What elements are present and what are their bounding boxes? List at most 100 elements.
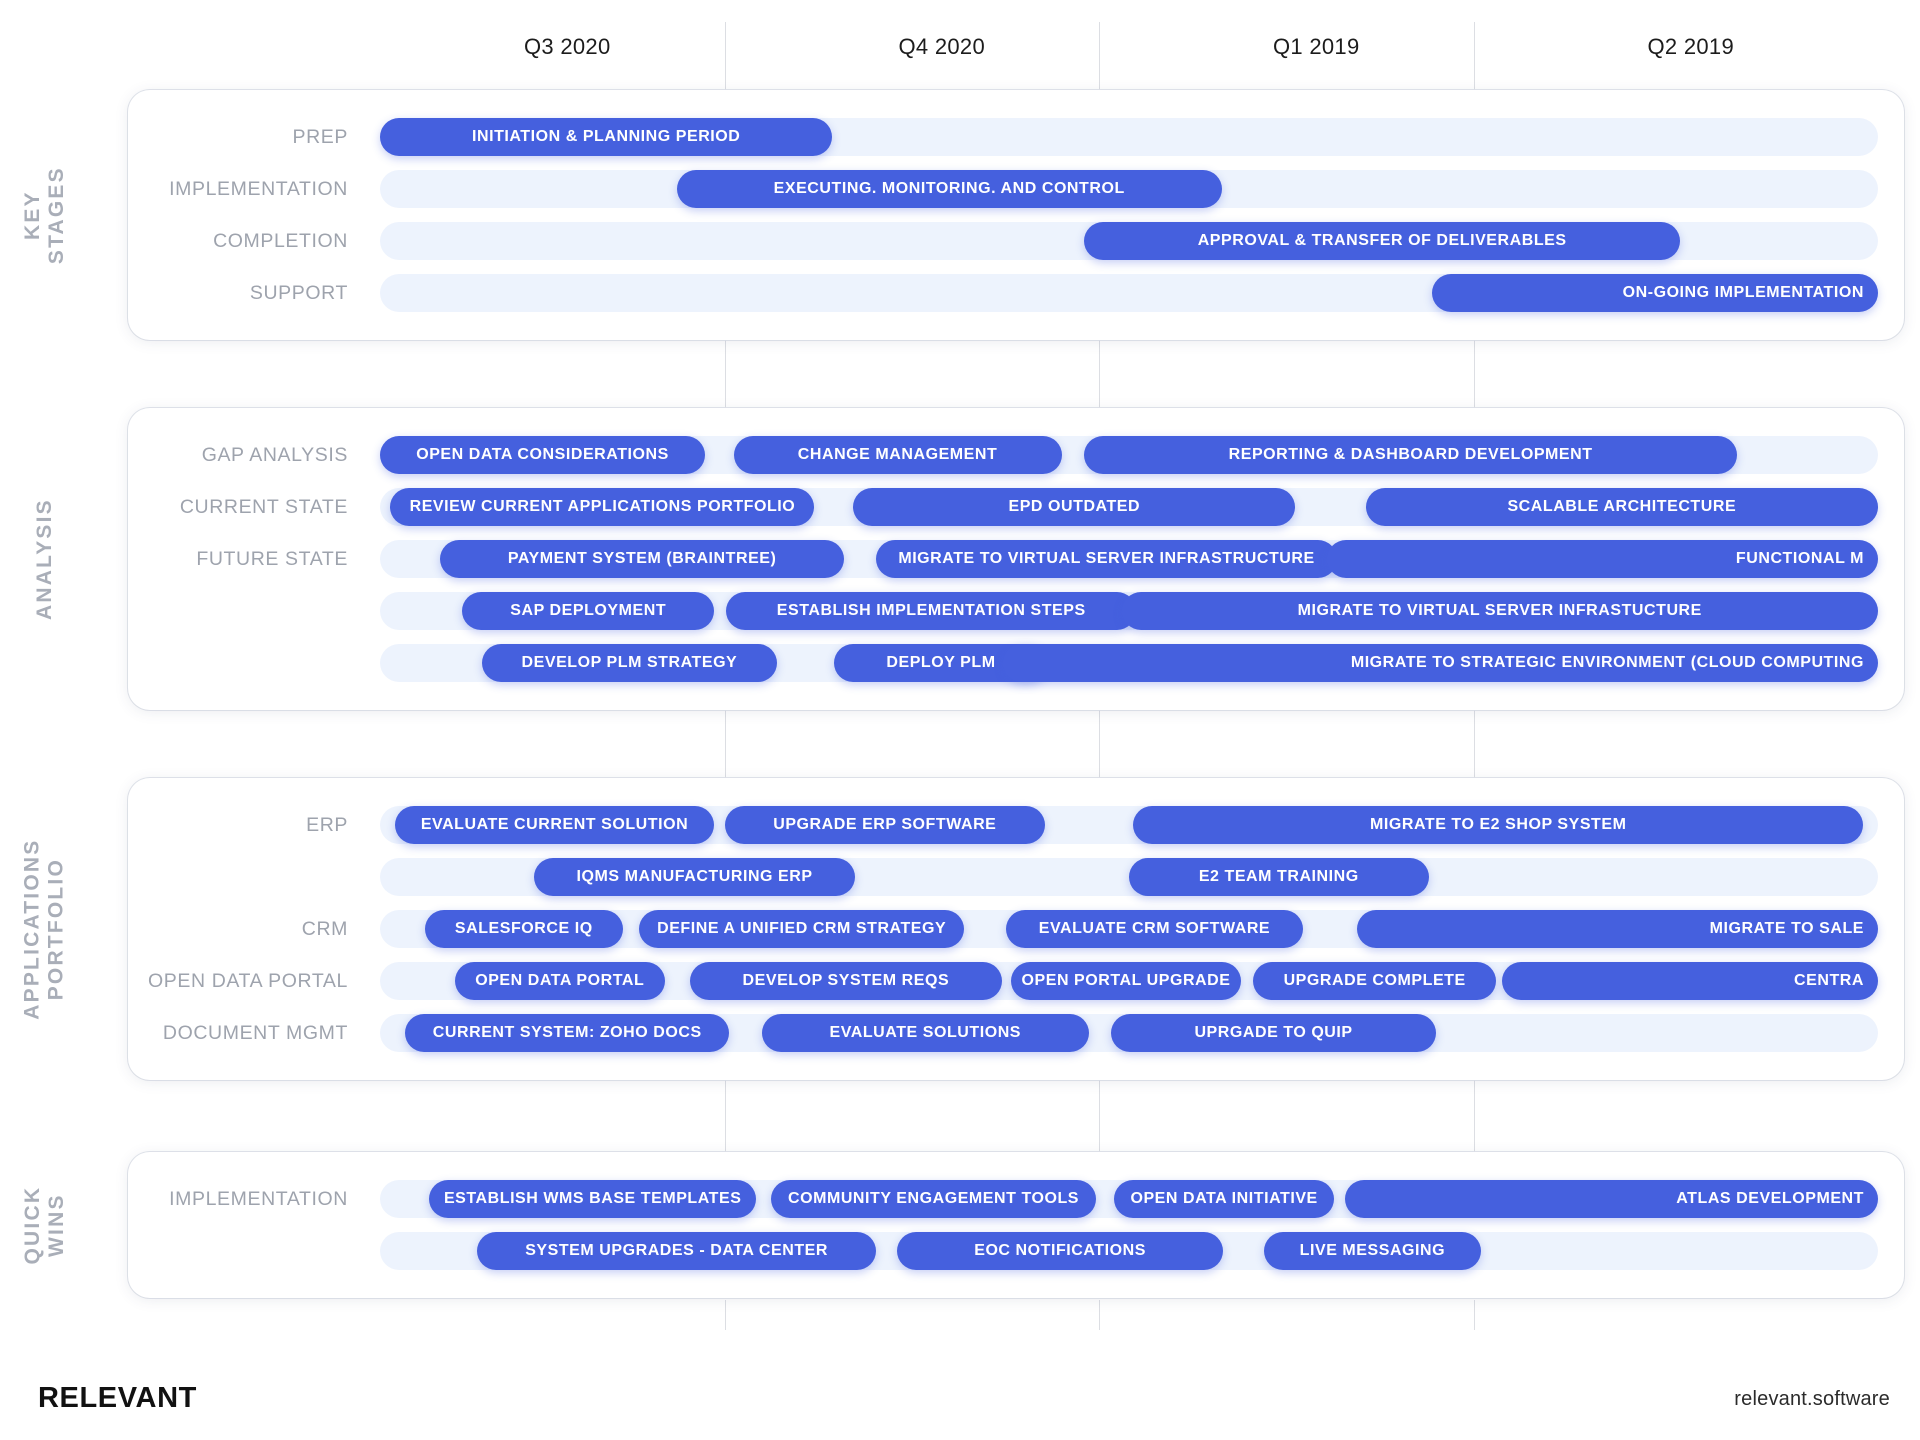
gantt-row: IMPLEMENTATION EXECUTING. MONITORING. AND… bbox=[128, 170, 1904, 208]
gantt-bar[interactable]: ATLAS DEVELOPMENT bbox=[1344, 1180, 1878, 1218]
gantt-bar[interactable]: DEVELOP SYSTEM REQS bbox=[690, 962, 1002, 1000]
gantt-bar[interactable]: EVALUATE CRM SOFTWARE bbox=[1006, 910, 1303, 948]
gantt-row: SUPPORT ON-GOING IMPLEMENTATION bbox=[128, 274, 1904, 312]
gantt-row: DEVELOP PLM STRATEGY DEPLOY PLM MIGRATE TO… bbox=[128, 644, 1904, 682]
gantt-bar[interactable]: COMMUNITY ENGAGEMENT TOOLS bbox=[770, 1180, 1097, 1218]
row-label: CRM bbox=[301, 918, 348, 940]
gantt-row: GAP ANALYSIS OPEN DATA CONSIDERATIONS CHAN… bbox=[128, 436, 1904, 474]
gantt-bar[interactable]: OPEN DATA PORTAL bbox=[454, 962, 665, 1000]
quarter-divider-line bbox=[1473, 1300, 1475, 1330]
gantt-bar-label: SAP DEPLOYMENT bbox=[510, 602, 667, 619]
gantt-bar[interactable]: SYSTEM UPGRADES - DATA CENTER bbox=[477, 1232, 876, 1270]
row-track: SALESFORCE IQ DEFINE A UNIFIED CRM STRATE… bbox=[380, 910, 1878, 948]
gantt-bar-label: CENTRA bbox=[1794, 972, 1864, 989]
section-title-1: KEY STAGES bbox=[0, 90, 90, 340]
gantt-bar[interactable]: E2 TEAM TRAINING bbox=[1129, 858, 1429, 896]
gantt-bar-label: EVALUATE SOLUTIONS bbox=[829, 1024, 1022, 1041]
gantt-bar[interactable]: OPEN DATA INITIATIVE bbox=[1114, 1180, 1335, 1218]
gantt-bar[interactable]: LIVE MESSAGING bbox=[1263, 1232, 1482, 1270]
gantt-bar[interactable]: MIGRATE TO SALE bbox=[1356, 910, 1878, 948]
gutter-hairline bbox=[350, 1300, 1878, 1301]
gantt-bar[interactable]: OPEN DATA CONSIDERATIONS bbox=[380, 436, 706, 474]
gantt-bar[interactable]: EOC NOTIFICATIONS bbox=[896, 1232, 1224, 1270]
row-label bbox=[348, 644, 368, 682]
gantt-bar[interactable]: UPGRADE ERP SOFTWARE bbox=[724, 806, 1046, 844]
gantt-bar[interactable]: ESTABLISH WMS BASE TEMPLATES bbox=[429, 1180, 756, 1218]
row-track: OPEN DATA PORTAL DEVELOP SYSTEM REQS OPEN … bbox=[380, 962, 1878, 1000]
gantt-row: IMPLEMENTATION ESTABLISH WMS BASE TEMPLAT… bbox=[128, 1180, 1904, 1218]
gantt-bar[interactable]: EXECUTING. MONITORING. AND CONTROL bbox=[676, 170, 1222, 208]
row-label: PREP bbox=[292, 126, 348, 148]
gantt-bar-label: MIGRATE TO VIRTUAL SERVER INFRASTUCTURE bbox=[1297, 602, 1702, 619]
gantt-bar[interactable]: MIGRATE TO VIRTUAL SERVER INFRASTRUCTURE bbox=[875, 540, 1338, 578]
gantt-bar[interactable]: EVALUATE SOLUTIONS bbox=[761, 1014, 1089, 1052]
row-label: OPEN DATA PORTAL bbox=[148, 970, 348, 992]
gantt-bar-label: SYSTEM UPGRADES - DATA CENTER bbox=[525, 1242, 828, 1259]
gantt-bar[interactable]: PAYMENT SYSTEM (BRAINTREE) bbox=[439, 540, 845, 578]
row-label bbox=[348, 592, 368, 630]
row-track: ESTABLISH WMS BASE TEMPLATES COMMUNITY EN… bbox=[380, 1180, 1878, 1218]
gantt-bar[interactable]: MIGRATE TO VIRTUAL SERVER INFRASTUCTURE bbox=[1121, 592, 1878, 630]
roadmap-page: Q3 2020 Q4 2020 Q1 2019 Q2 2019 KEY STAGES P… bbox=[0, 0, 1920, 1440]
gantt-bar[interactable]: CURRENT SYSTEM: ZOHO DOCS bbox=[405, 1014, 730, 1052]
gantt-bar[interactable]: REVIEW CURRENT APPLICATIONS PORTFOLIO bbox=[390, 488, 815, 526]
row-track: EXECUTING. MONITORING. AND CONTROL bbox=[380, 170, 1878, 208]
section-card-quick-wins: IMPLEMENTATION ESTABLISH WMS BASE TEMPLAT… bbox=[128, 1152, 1904, 1298]
gantt-bar-label: LIVE MESSAGING bbox=[1299, 1242, 1446, 1259]
gantt-bar-label: SALESFORCE IQ bbox=[454, 920, 593, 937]
gantt-bar[interactable]: ESTABLISH IMPLEMENTATION STEPS bbox=[726, 592, 1137, 630]
gantt-bar[interactable]: OPEN PORTAL UPGRADE bbox=[1010, 962, 1242, 1000]
gantt-bar[interactable]: SAP DEPLOYMENT bbox=[462, 592, 715, 630]
gantt-bar-label: DEPLOY PLM bbox=[886, 654, 996, 671]
gantt-bar-label: DEVELOP PLM STRATEGY bbox=[521, 654, 738, 671]
gantt-bar[interactable]: CHANGE MANAGEMENT bbox=[733, 436, 1062, 474]
gantt-bar-label: MIGRATE TO SALE bbox=[1709, 920, 1864, 937]
gantt-bar[interactable]: EVALUATE CURRENT SOLUTION bbox=[394, 806, 715, 844]
gantt-bar[interactable]: REPORTING & DASHBOARD DEVELOPMENT bbox=[1084, 436, 1738, 474]
gantt-bar-label: ESTABLISH WMS BASE TEMPLATES bbox=[443, 1190, 742, 1207]
gantt-bar-label: EVALUATE CRM SOFTWARE bbox=[1038, 920, 1271, 937]
footer-website-url: relevant.software bbox=[1734, 1388, 1890, 1410]
gantt-bar-label: OPEN DATA PORTAL bbox=[475, 972, 645, 989]
row-label: CURRENT STATE bbox=[179, 496, 348, 518]
row-track: INITIATION & PLANNING PERIOD bbox=[380, 118, 1878, 156]
gantt-bar[interactable]: SCALABLE ARCHITECTURE bbox=[1365, 488, 1878, 526]
gantt-bar[interactable]: UPGRADE COMPLETE bbox=[1253, 962, 1496, 1000]
row-label: IMPLEMENTATION bbox=[169, 178, 348, 200]
row-track: CURRENT SYSTEM: ZOHO DOCS EVALUATE SOLUTI… bbox=[380, 1014, 1878, 1052]
section-card-key-stages: PREP INITIATION & PLANNING PERIOD IMPLEMEN… bbox=[128, 90, 1904, 340]
row-track: PAYMENT SYSTEM (BRAINTREE) MIGRATE TO VIR… bbox=[380, 540, 1878, 578]
gantt-bar-label: PAYMENT SYSTEM (BRAINTREE) bbox=[507, 550, 777, 567]
gantt-bar[interactable]: CENTRA bbox=[1502, 962, 1878, 1000]
section-title-4: QUICK WINS bbox=[0, 1152, 90, 1298]
quarter-divider-line bbox=[724, 1300, 726, 1330]
gantt-row: COMPLETION APPROVAL & TRANSFER OF DELIVER… bbox=[128, 222, 1904, 260]
gantt-bar-label: REVIEW CURRENT APPLICATIONS PORTFOLIO bbox=[409, 498, 796, 515]
gantt-bar-label: EXECUTING. MONITORING. AND CONTROL bbox=[773, 180, 1125, 197]
gantt-row: FUTURE STATE PAYMENT SYSTEM (BRAINTREE) MI… bbox=[128, 540, 1904, 578]
gantt-bar-label: OPEN PORTAL UPGRADE bbox=[1021, 972, 1231, 989]
gantt-bar[interactable]: APPROVAL & TRANSFER OF DELIVERABLES bbox=[1084, 222, 1681, 260]
gantt-bar[interactable]: ON-GOING IMPLEMENTATION bbox=[1431, 274, 1878, 312]
gantt-bar-label: MIGRATE TO VIRTUAL SERVER INFRASTRUCTURE bbox=[898, 550, 1315, 567]
gantt-bar-label: ESTABLISH IMPLEMENTATION STEPS bbox=[776, 602, 1086, 619]
gantt-bar[interactable]: FUNCTIONAL M bbox=[1326, 540, 1878, 578]
gantt-bar[interactable]: INITIATION & PLANNING PERIOD bbox=[380, 118, 833, 156]
gantt-bar[interactable]: DEVELOP PLM STRATEGY bbox=[481, 644, 777, 682]
section-title-text: QUICK WINS bbox=[20, 1185, 68, 1265]
gantt-bar[interactable]: SALESFORCE IQ bbox=[424, 910, 623, 948]
quarter-label-3: Q1 2019 bbox=[1272, 34, 1360, 59]
gantt-bar[interactable]: EPD OUTDATED bbox=[853, 488, 1296, 526]
gantt-bar[interactable]: MIGRATE TO STRATEGIC ENVIRONMENT (CLOUD … bbox=[1003, 644, 1878, 682]
gantt-bar[interactable]: IQMS MANUFACTURING ERP bbox=[534, 858, 855, 896]
gantt-row: OPEN DATA PORTAL OPEN DATA PORTAL DEVELOP … bbox=[128, 962, 1904, 1000]
gantt-bar-label: UPGRADE ERP SOFTWARE bbox=[773, 816, 997, 833]
gantt-bar[interactable]: DEFINE A UNIFIED CRM STRATEGY bbox=[639, 910, 965, 948]
quarter-label-4: Q2 2019 bbox=[1647, 34, 1734, 59]
gantt-row: CRM SALESFORCE IQ DEFINE A UNIFIED CRM STR… bbox=[128, 910, 1904, 948]
section-title-2: ANALYSIS bbox=[0, 408, 90, 710]
section-title-text: ANALYSIS bbox=[32, 498, 56, 620]
gantt-bar[interactable]: MIGRATE TO E2 SHOP SYSTEM bbox=[1133, 806, 1863, 844]
gantt-row: IQMS MANUFACTURING ERP E2 TEAM TRAINING bbox=[128, 858, 1904, 896]
gantt-bar[interactable]: UPRGADE TO QUIP bbox=[1111, 1014, 1437, 1052]
